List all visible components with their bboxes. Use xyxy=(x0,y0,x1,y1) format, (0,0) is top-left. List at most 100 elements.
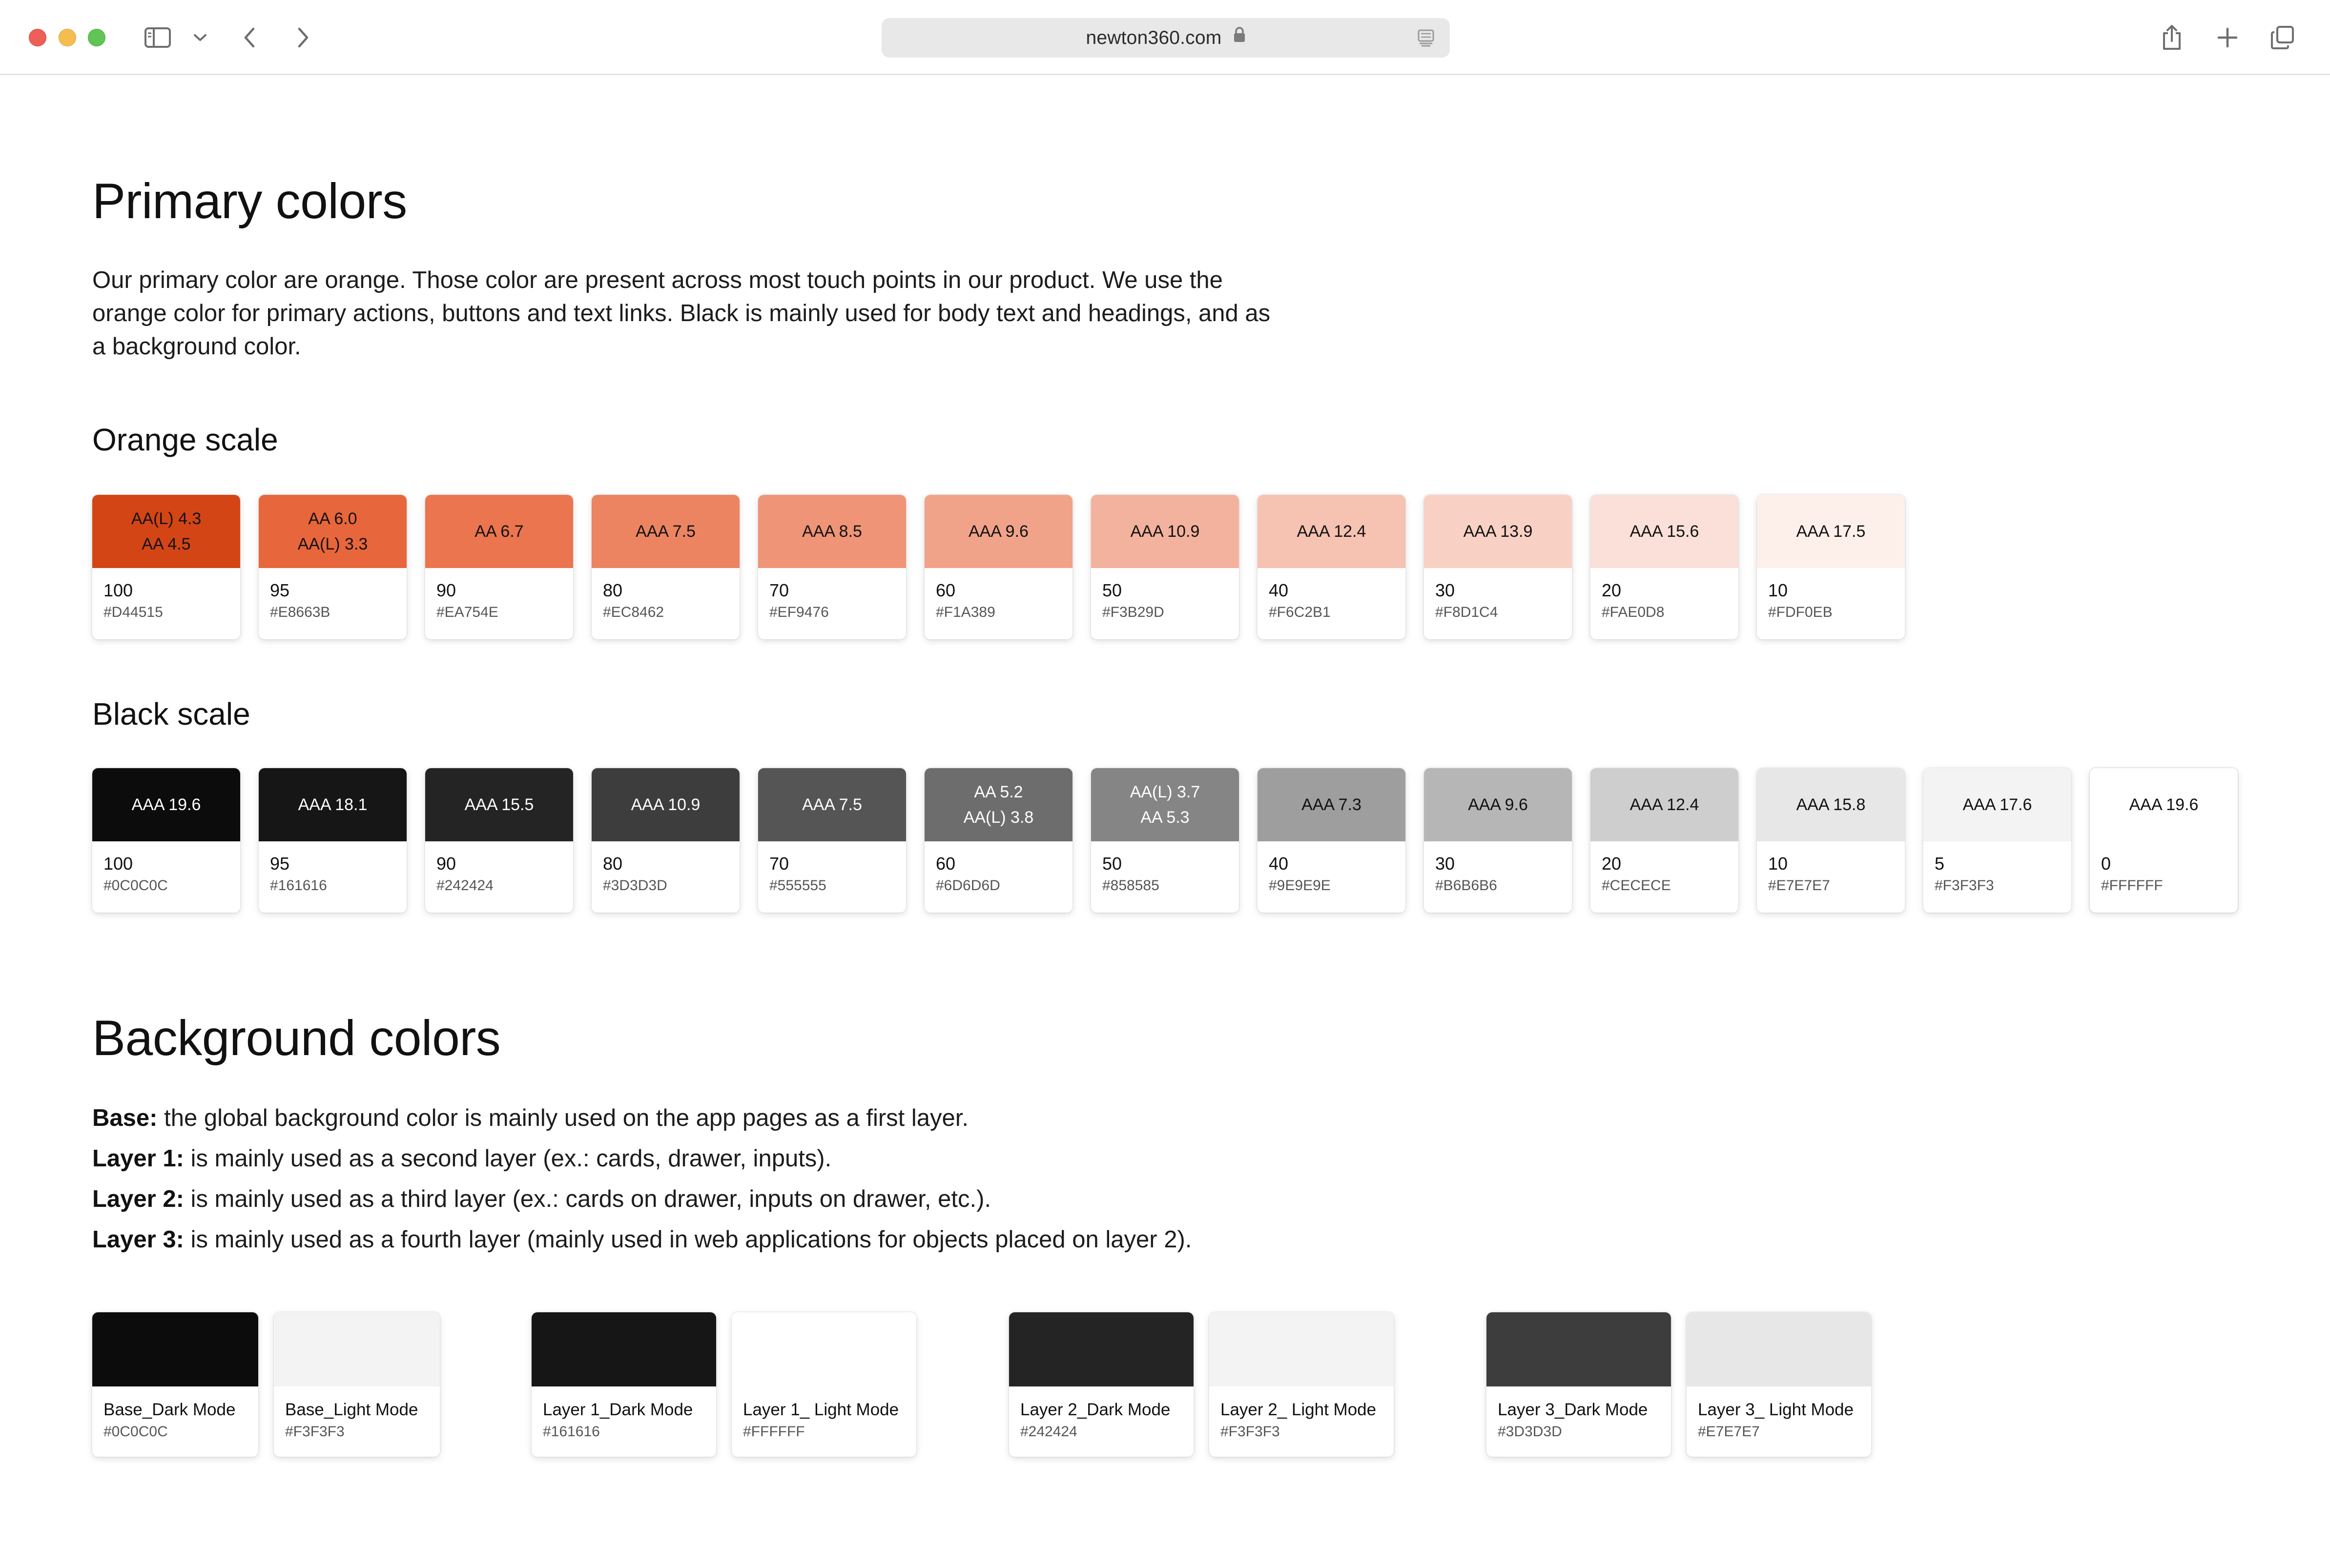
background-color-chip xyxy=(1486,1312,1671,1386)
share-icon[interactable] xyxy=(2156,21,2188,54)
swatch-card: AAA 10.9 80 #3D3D3D xyxy=(592,768,740,913)
swatch-card: AAA 7.3 40 #9E9E9E xyxy=(1258,768,1405,913)
back-icon[interactable] xyxy=(233,21,266,54)
swatch-hex: #F3B29D xyxy=(1102,604,1164,620)
swatch-info: 10 #E7E7E7 xyxy=(1757,841,1905,897)
background-card-name: Layer 3_Dark Mode xyxy=(1498,1400,1648,1419)
background-color-card: Layer 2_ Light Mode #F3F3F3 xyxy=(1209,1312,1394,1457)
background-color-card: Base_Light Mode #F3F3F3 xyxy=(274,1312,440,1457)
background-card-name: Base_Light Mode xyxy=(285,1400,418,1419)
swatch-info: 30 #F8D1C4 xyxy=(1424,568,1572,624)
layer-name-label: Layer 3: xyxy=(92,1226,184,1253)
swatch-color-chip: AA 6.7 xyxy=(425,495,573,568)
background-card-name: Layer 1_Dark Mode xyxy=(543,1400,693,1419)
background-card-name: Layer 2_ Light Mode xyxy=(1220,1400,1377,1419)
background-color-chip xyxy=(1687,1312,1871,1386)
swatch-hex: #EF9476 xyxy=(769,604,829,620)
swatch-color-chip: AAA 19.6 xyxy=(2090,768,2238,841)
background-card-hex: #F3F3F3 xyxy=(1220,1424,1280,1440)
swatch-hex: #F8D1C4 xyxy=(1435,604,1498,620)
contrast-ratio-label: AAA 7.5 xyxy=(802,795,862,814)
address-bar[interactable]: newton360.com xyxy=(882,18,1450,58)
swatch-info: 80 #3D3D3D xyxy=(592,841,740,897)
primary-colors-heading: Primary colors xyxy=(92,173,407,229)
zoom-window-button[interactable] xyxy=(88,29,105,46)
background-color-chip xyxy=(732,1312,916,1386)
swatch-color-chip: AA 6.0 AA(L) 3.3 xyxy=(259,495,407,568)
contrast-ratio-label: AA(L) 3.7 xyxy=(1130,783,1200,801)
swatch-color-chip: AAA 12.4 xyxy=(1258,495,1405,568)
swatch-color-chip: AAA 17.6 xyxy=(1923,768,2071,841)
swatch-info: 80 #EC8462 xyxy=(592,568,740,624)
contrast-ratio-label: AAA 8.5 xyxy=(802,522,862,541)
swatch-card: AA(L) 3.7 AA 5.3 50 #858585 xyxy=(1091,768,1239,913)
layer-description-text: is mainly used as a second layer (ex.: c… xyxy=(184,1145,832,1172)
swatch-card: AAA 17.5 10 #FDF0EB xyxy=(1757,495,1905,639)
contrast-ratio-label: AAA 19.6 xyxy=(131,795,201,814)
swatch-color-chip: AA 5.2 AA(L) 3.8 xyxy=(925,768,1072,841)
lock-icon xyxy=(1233,17,1246,57)
swatch-hex: #E8663B xyxy=(270,604,330,620)
swatch-card: AAA 7.5 70 #555555 xyxy=(758,768,906,913)
swatch-card: AAA 12.4 20 #CECECE xyxy=(1590,768,1738,913)
swatch-card: AAA 18.1 95 #161616 xyxy=(259,768,407,913)
background-card-hex: #FFFFFF xyxy=(743,1424,805,1440)
background-layer-description: Layer 1: is mainly used as a second laye… xyxy=(92,1139,1410,1179)
background-color-card: Layer 1_Dark Mode #161616 xyxy=(532,1312,716,1457)
swatch-step: 0 xyxy=(2101,854,2111,874)
swatch-card: AAA 19.6 100 #0C0C0C xyxy=(92,768,240,913)
swatch-card: AAA 17.6 5 #F3F3F3 xyxy=(1923,768,2071,913)
swatch-color-chip: AAA 19.6 xyxy=(92,768,240,841)
chevron-down-icon[interactable] xyxy=(188,21,212,54)
swatch-color-chip: AAA 15.5 xyxy=(425,768,573,841)
swatch-step: 95 xyxy=(270,854,290,874)
swatch-step: 30 xyxy=(1435,854,1455,874)
swatch-step: 10 xyxy=(1768,854,1788,874)
contrast-ratio-label: AAA 15.6 xyxy=(1629,522,1699,541)
swatch-hex: #E7E7E7 xyxy=(1768,877,1830,894)
background-color-chip xyxy=(1009,1312,1194,1386)
background-colors-heading: Background colors xyxy=(92,1010,501,1066)
tab-overview-icon[interactable] xyxy=(2267,21,2299,54)
sidebar-toggle-icon[interactable] xyxy=(142,21,174,54)
swatch-card: AAA 9.6 30 #B6B6B6 xyxy=(1424,768,1572,913)
background-color-card: Layer 2_Dark Mode #242424 xyxy=(1009,1312,1194,1457)
swatch-info: 70 #555555 xyxy=(758,841,906,897)
swatch-step: 30 xyxy=(1435,580,1455,600)
background-card-info: Layer 3_Dark Mode #3D3D3D xyxy=(1486,1386,1671,1443)
forward-icon[interactable] xyxy=(287,21,319,54)
contrast-ratio-label: AAA 17.5 xyxy=(1796,522,1866,541)
layer-name-label: Layer 2: xyxy=(92,1186,184,1212)
swatch-card: AAA 7.5 80 #EC8462 xyxy=(592,495,740,639)
contrast-ratio-label: AAA 7.5 xyxy=(636,522,696,541)
new-tab-icon[interactable] xyxy=(2211,21,2244,54)
swatch-info: 60 #6D6D6D xyxy=(925,841,1072,897)
swatch-color-chip: AAA 9.6 xyxy=(1424,768,1572,841)
contrast-ratio-label: AAA 18.1 xyxy=(298,795,368,814)
reader-mode-icon[interactable] xyxy=(1417,29,1435,47)
background-color-chip xyxy=(1209,1312,1394,1386)
background-color-card: Layer 3_ Light Mode #E7E7E7 xyxy=(1687,1312,1871,1457)
background-card-name: Layer 1_ Light Mode xyxy=(743,1400,899,1419)
minimize-window-button[interactable] xyxy=(59,29,76,46)
swatch-card: AAA 15.8 10 #E7E7E7 xyxy=(1757,768,1905,913)
contrast-ratio-label: AA 5.2 xyxy=(974,783,1023,801)
close-window-button[interactable] xyxy=(29,29,46,46)
contrast-ratio-label: AA(L) 4.3 xyxy=(131,509,202,528)
swatch-hex: #EC8462 xyxy=(603,604,664,620)
swatch-color-chip: AAA 10.9 xyxy=(592,768,740,841)
background-card-hex: #3D3D3D xyxy=(1498,1424,1562,1440)
swatch-hex: #FAE0D8 xyxy=(1602,604,1665,620)
background-card-name: Layer 3_ Light Mode xyxy=(1698,1400,1854,1419)
swatch-step: 80 xyxy=(603,854,623,874)
swatch-color-chip: AAA 9.6 xyxy=(925,495,1072,568)
swatch-color-chip: AAA 13.9 xyxy=(1424,495,1572,568)
swatch-step: 80 xyxy=(603,580,623,600)
swatch-step: 95 xyxy=(270,580,290,600)
swatch-step: 5 xyxy=(1935,854,1945,874)
contrast-ratio-label: AAA 12.4 xyxy=(1297,522,1366,541)
contrast-ratio-label: AA 4.5 xyxy=(142,535,191,553)
contrast-ratio-label: AAA 13.9 xyxy=(1463,522,1533,541)
contrast-ratio-label: AAA 15.5 xyxy=(464,795,534,814)
swatch-step: 20 xyxy=(1602,580,1622,600)
